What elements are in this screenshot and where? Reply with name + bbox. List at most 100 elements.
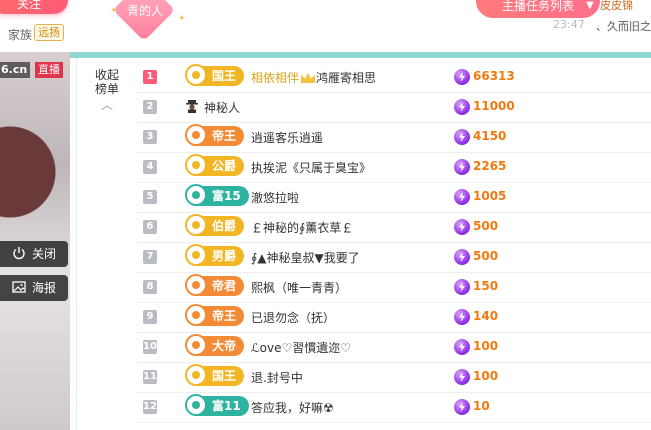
anchor-task-list-button[interactable]: 主播任务列表: [476, 0, 600, 18]
user-name[interactable]: 逍遥客乐逍遥: [251, 129, 323, 146]
rank-row[interactable]: 5 富15 澈悠拉啦 1005: [137, 182, 651, 213]
collapse-rank-button[interactable]: 收起 榜单 ︿: [92, 68, 122, 112]
lightning-coin-icon: [454, 399, 470, 415]
user-name[interactable]: 相依相伴 鸿雁寄相思: [251, 69, 376, 86]
rank-medal-badge: 大帝: [185, 334, 245, 356]
rank-row[interactable]: 6 伯爵 ￡神秘的∮薰衣草￡ 500: [137, 212, 651, 243]
anchor-badge-text: 青的人: [126, 4, 163, 18]
image-icon: [12, 281, 26, 293]
user-name[interactable]: 退.封号中: [251, 369, 303, 386]
rank-number: 4: [143, 160, 157, 174]
rank-row[interactable]: 3 帝王 逍遥客乐逍遥 4150: [137, 122, 651, 153]
lightning-coin-icon: [454, 339, 470, 355]
rank-medal-badge: 国王: [185, 364, 245, 386]
contribution-score: 66313: [473, 69, 515, 83]
rank-number: 9: [143, 310, 157, 324]
lightning-coin-icon: [454, 249, 470, 265]
rank-medal-badge: 国王: [185, 64, 245, 86]
crown-icon: [301, 73, 316, 83]
follow-button[interactable]: 关注: [0, 0, 68, 14]
medal-label: 男爵: [212, 249, 237, 263]
user-name-suffix: 鸿雁寄相思: [316, 71, 377, 85]
contribution-score: 500: [473, 249, 499, 263]
rank-row[interactable]: 12 富11 答应我，好嘛☢ 10: [137, 392, 651, 423]
lightning-coin-icon: [454, 219, 470, 235]
user-name[interactable]: 答应我，好嘛☢: [251, 399, 334, 416]
family-label: 家族: [8, 28, 33, 42]
user-name-text: 已退勿念（抚）: [251, 311, 336, 325]
mystery-person-icon: [186, 100, 198, 113]
user-name-text: 澈悠拉啦: [251, 191, 300, 205]
sparkle-icon: ✦: [178, 14, 186, 24]
contribution-score: 4150: [473, 129, 507, 143]
medal-label: 国王: [212, 69, 237, 83]
family-tag[interactable]: 远扬: [34, 24, 64, 41]
user-name-text: 逍遥客乐逍遥: [251, 131, 324, 145]
rank-row[interactable]: 11 国王 退.封号中 100: [137, 362, 651, 393]
medal-icon: [185, 334, 207, 356]
rank-medal-badge: 帝王: [185, 304, 245, 326]
contribution-score: 100: [473, 339, 499, 353]
user-name-text: 熙枫（唯一青青）: [251, 281, 348, 295]
collapse-label-line2: 榜单: [94, 82, 119, 96]
close-button[interactable]: 关闭: [0, 241, 68, 267]
rank-number: 3: [143, 130, 157, 144]
medal-icon: [185, 244, 207, 266]
rank-row[interactable]: 10 大帝 ℒove♡習慣遺迩♡ 100: [137, 332, 651, 363]
poster-label: 海报: [32, 281, 57, 295]
user-name-text: ∮▲神秘皇叔▼我要了: [251, 251, 360, 265]
user-name-text: 神秘人: [204, 101, 241, 115]
rank-row[interactable]: 7 男爵 ∮▲神秘皇叔▼我要了 500: [137, 242, 651, 273]
user-name[interactable]: 执挨泥《只属于臭宝》: [251, 159, 371, 176]
lightning-coin-icon: [454, 129, 470, 145]
contribution-score: 500: [473, 219, 499, 233]
chevron-down-icon: ▼: [586, 0, 594, 11]
user-name[interactable]: 熙枫（唯一青青）: [251, 279, 347, 296]
user-name[interactable]: 澈悠拉啦: [251, 189, 299, 206]
rank-medal-badge: 富11: [185, 394, 249, 416]
medal-label: 伯爵: [212, 219, 237, 233]
contribution-score: 100: [473, 369, 499, 383]
lightning-coin-icon: [454, 369, 470, 385]
rank-medal-badge: 男爵: [185, 244, 245, 266]
rank-row[interactable]: 4 公爵 执挨泥《只属于臭宝》 2265: [137, 152, 651, 183]
medal-icon: [185, 214, 207, 236]
user-name-text: 答应我，好嘛☢: [251, 401, 334, 415]
medal-label: 国王: [212, 369, 237, 383]
lightning-coin-icon: [454, 279, 470, 295]
medal-icon: [185, 364, 207, 386]
power-icon: [13, 247, 25, 260]
lightning-coin-icon: [454, 99, 470, 115]
user-name[interactable]: ∮▲神秘皇叔▼我要了: [251, 249, 360, 266]
rank-number: 2: [143, 100, 157, 114]
rank-row[interactable]: 1 国王 相依相伴 鸿雁寄相思 66313: [137, 62, 651, 93]
medal-label: 帝王: [212, 309, 237, 323]
user-name-text: 退.封号中: [251, 371, 303, 385]
medal-icon: [185, 64, 207, 86]
user-name[interactable]: ℒove♡習慣遺迩♡: [251, 339, 351, 356]
rank-row[interactable]: 8 帝君 熙枫（唯一青青） 150: [137, 272, 651, 303]
rank-medal-badge: 富15: [185, 184, 249, 206]
rank-row[interactable]: 2 神秘人 11000: [137, 92, 651, 123]
close-label: 关闭: [32, 247, 57, 261]
rank-medal-badge: 帝君: [185, 274, 245, 296]
medal-icon: [185, 154, 207, 176]
rank-row[interactable]: 9 帝王 已退勿念（抚） 140: [137, 302, 651, 333]
user-name[interactable]: 神秘人: [204, 99, 240, 116]
rank-number: 10: [143, 340, 157, 354]
chat-timestamp: 23:47: [553, 18, 585, 31]
medal-icon: [185, 394, 207, 416]
rank-number: 11: [143, 370, 157, 384]
chat-username[interactable]: 皮皮锦: [600, 0, 633, 13]
contribution-score: 2265: [473, 159, 507, 173]
rank-medal-badge: 伯爵: [185, 214, 245, 236]
user-name[interactable]: 已退勿念（抚）: [251, 309, 335, 326]
sparkle-icon: ✦: [110, 6, 118, 16]
lightning-coin-icon: [454, 189, 470, 205]
medal-icon: [185, 304, 207, 326]
chat-message: 、久而旧之: [596, 20, 651, 33]
rank-number: 12: [143, 400, 157, 414]
poster-button[interactable]: 海报: [0, 275, 68, 301]
lightning-coin-icon: [454, 69, 470, 85]
user-name[interactable]: ￡神秘的∮薰衣草￡: [251, 219, 353, 236]
